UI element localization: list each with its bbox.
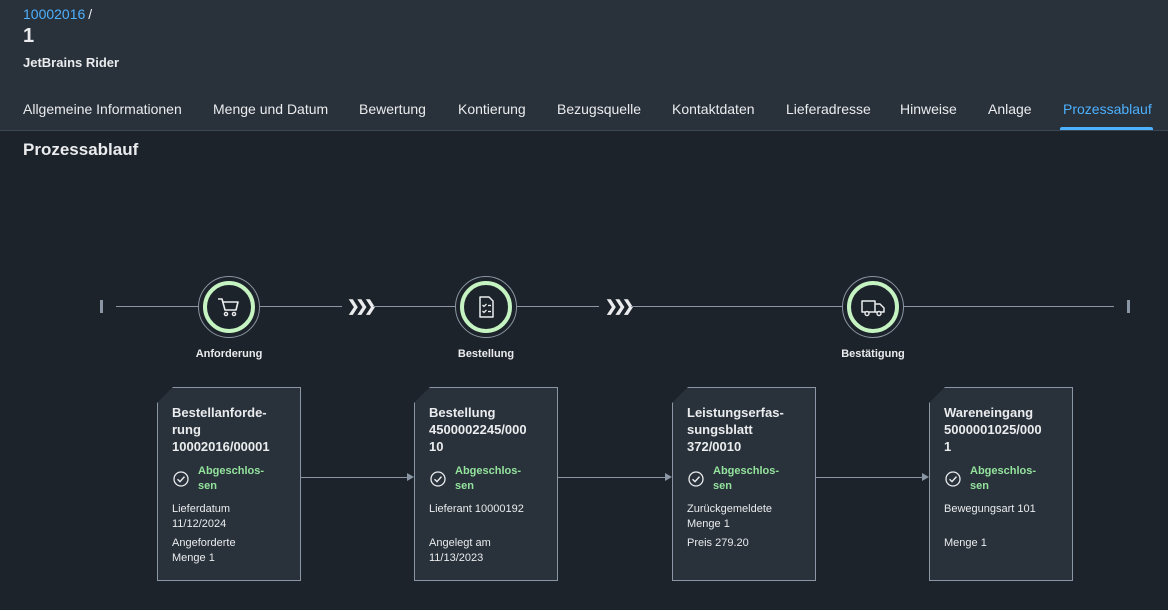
tab-bar: Allgemeine Informationen Menge und Datum… <box>0 92 1168 131</box>
chevron-right-icon: ❯❯❯ <box>605 298 635 315</box>
card-attribute: Preis 279.20 <box>687 537 749 549</box>
object-header: 10002016/ 1 JetBrains Rider Allgemeine I… <box>0 0 1168 131</box>
status-text: Abgeschlos- sen <box>970 464 1036 494</box>
card-attribute: Angelegt am <box>429 537 491 549</box>
status-text: Abgeschlos- sen <box>198 464 264 494</box>
card-title-line: Leistungserfas- <box>687 405 784 420</box>
document-checklist-icon <box>479 296 494 318</box>
card-title-line: sungsblatt <box>687 422 753 437</box>
card-attribute: Menge 1 <box>172 552 215 564</box>
status-line: Abgeschlos- <box>970 465 1037 477</box>
lane-node-bestaetigung[interactable] <box>842 276 904 338</box>
process-card-wareneingang[interactable]: Wareneingang 5000001025/000 1 Abgeschlos… <box>929 387 1073 581</box>
card-title-line: rung <box>172 422 201 437</box>
tab-hinweise[interactable]: Hinweise <box>900 101 957 117</box>
status-text: Abgeschlos- sen <box>455 464 521 494</box>
status-line: sen <box>970 480 989 492</box>
check-circle-icon <box>945 471 961 487</box>
tab-allgemeine-informationen[interactable]: Allgemeine Informationen <box>23 101 182 117</box>
lane-node-bestellung[interactable] <box>455 276 517 338</box>
page-subtitle: JetBrains Rider <box>23 55 120 70</box>
lane-node-ring <box>460 281 512 333</box>
flow-line <box>631 306 842 307</box>
breadcrumb-link[interactable]: 10002016 <box>23 6 85 22</box>
card-attribute: Angeforderte <box>172 537 236 549</box>
tab-prozessablauf[interactable]: Prozessablauf <box>1063 101 1152 117</box>
flow-line <box>116 306 198 307</box>
card-title-line: 4500002245/000 <box>429 422 527 437</box>
flow-end-marker <box>1127 300 1130 313</box>
flow-line <box>517 306 599 307</box>
check-circle-icon <box>688 471 704 487</box>
flow-line <box>373 306 455 307</box>
tab-bar-divider <box>0 130 1168 131</box>
lane-node-ring <box>203 281 255 333</box>
card-attribute: Bewegungsart 101 <box>944 503 1036 515</box>
card-attribute: 11/12/2024 <box>172 518 227 530</box>
process-card-bestellanforderung[interactable]: Bestellanforde- rung 10002016/00001 Abge… <box>157 387 301 581</box>
card-title: Leistungserfas- sungsblatt 372/0010 <box>687 404 807 455</box>
status-line: Abgeschlos- <box>713 465 780 477</box>
lane-label-anforderung: Anforderung <box>195 348 263 360</box>
card-title-line: 372/0010 <box>687 439 742 454</box>
breadcrumb-separator: / <box>88 6 93 22</box>
card-title: Bestellanforde- rung 10002016/00001 <box>172 404 292 455</box>
lane-label-bestaetigung: Bestätigung <box>841 348 905 360</box>
card-attribute: 11/13/2023 <box>429 552 484 564</box>
card-corner <box>157 387 173 403</box>
tab-bezugsquelle[interactable]: Bezugsquelle <box>557 101 641 117</box>
tab-menge-und-datum[interactable]: Menge und Datum <box>213 101 328 117</box>
lane-node-anforderung[interactable] <box>198 276 260 338</box>
card-title-line: Bestellung <box>429 405 496 420</box>
connector-line <box>301 477 407 478</box>
page-title: 1 <box>23 25 35 47</box>
check-circle-icon <box>173 471 189 487</box>
status-line: sen <box>455 480 474 492</box>
connector-line <box>816 477 922 478</box>
connector-arrow <box>665 473 672 481</box>
tab-bewertung[interactable]: Bewertung <box>359 101 426 117</box>
cart-icon <box>218 298 239 317</box>
status-line: Abgeschlos- <box>455 465 522 477</box>
card-attribute: Lieferant 10000192 <box>429 503 524 515</box>
card-title-line: 10002016/00001 <box>172 439 270 454</box>
card-title-line: 1 <box>944 439 952 454</box>
chevron-right-icon: ❯❯❯ <box>347 298 377 315</box>
card-attribute: Zurückgemeldete <box>687 503 772 515</box>
status-text: Abgeschlos- sen <box>713 464 779 494</box>
truck-icon <box>861 300 885 317</box>
connector-arrow <box>407 473 414 481</box>
card-title-line: Bestellanforde- <box>172 405 267 420</box>
lane-node-ring <box>847 281 899 333</box>
tab-lieferadresse[interactable]: Lieferadresse <box>786 101 871 117</box>
card-title-line: 10 <box>429 439 444 454</box>
tab-kontaktdaten[interactable]: Kontaktdaten <box>672 101 755 117</box>
connector-line <box>558 477 665 478</box>
card-corner <box>929 387 945 403</box>
card-title: Bestellung 4500002245/000 10 <box>429 404 549 455</box>
process-card-bestellung[interactable]: Bestellung 4500002245/000 10 Abgeschlos-… <box>414 387 558 581</box>
process-card-leistungserfassungsblatt[interactable]: Leistungserfas- sungsblatt 372/0010 Abge… <box>672 387 816 581</box>
breadcrumb: 10002016/ <box>23 6 92 22</box>
card-title-line: Wareneingang <box>944 405 1034 420</box>
tab-anlage[interactable]: Anlage <box>988 101 1032 117</box>
card-corner <box>414 387 430 403</box>
section-title: Prozessablauf <box>23 140 139 159</box>
flow-start-marker <box>100 300 103 313</box>
flow-line <box>904 306 1114 307</box>
card-corner <box>672 387 688 403</box>
card-attribute: Lieferdatum <box>172 503 231 515</box>
lane-label-bestellung: Bestellung <box>457 348 515 360</box>
check-circle-icon <box>430 471 446 487</box>
status-line: sen <box>713 480 732 492</box>
card-title: Wareneingang 5000001025/000 1 <box>944 404 1064 455</box>
tab-kontierung[interactable]: Kontierung <box>458 101 526 117</box>
connector-arrow <box>922 473 929 481</box>
card-title-line: 5000001025/000 <box>944 422 1042 437</box>
status-line: sen <box>198 480 217 492</box>
status-line: Abgeschlos- <box>198 465 265 477</box>
card-attribute: Menge 1 <box>687 518 730 530</box>
card-attribute: Menge 1 <box>944 537 987 549</box>
flow-line <box>260 306 342 307</box>
